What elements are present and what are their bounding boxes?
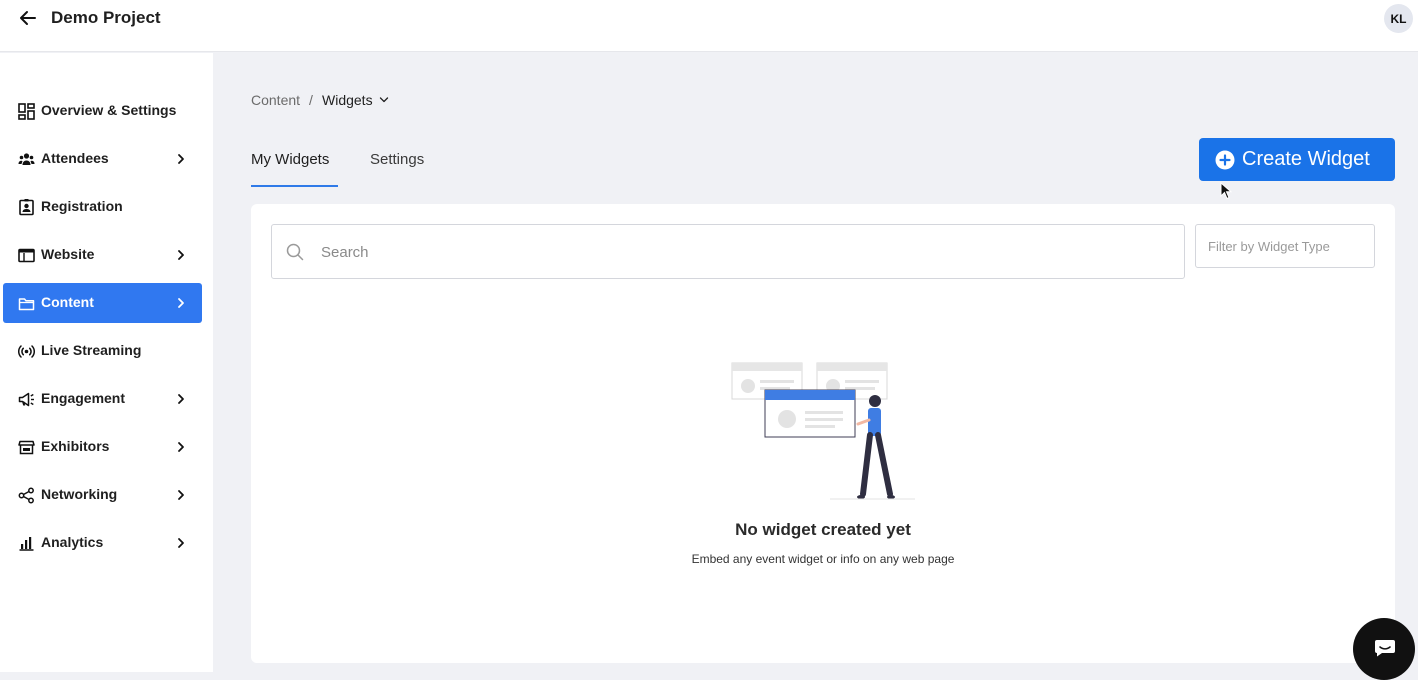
sidebar-item-label: Registration [41,198,123,214]
empty-state-title: No widget created yet [735,520,911,539]
tab-my-widgets[interactable]: My Widgets [251,151,329,168]
active-tab-indicator [251,185,338,187]
sidebar-item-engagement[interactable]: Engagement [3,379,202,419]
search-icon [286,243,304,261]
browser-icon [18,248,35,263]
sidebar-item-label: Overview & Settings [41,102,177,118]
widget-type-filter[interactable]: Filter by Widget Type [1195,224,1375,268]
sidebar: Overview & Settings Attendees Registrati… [0,53,213,672]
empty-state-illustration [731,362,915,500]
megaphone-icon [18,392,34,407]
tab-settings[interactable]: Settings [370,151,424,168]
people-icon [18,153,35,165]
create-widget-button[interactable]: Create Widget [1199,138,1395,181]
search-box[interactable] [271,224,1185,279]
sidebar-item-label: Exhibitors [41,438,110,454]
empty-state-subtitle: Embed any event widget or info on any we… [691,552,955,566]
breadcrumb-separator: / [309,92,313,108]
store-icon [18,440,35,455]
search-input[interactable] [321,241,1161,263]
sidebar-item-label: Content [41,294,94,310]
chat-bubble-icon [1375,640,1395,657]
back-arrow-icon[interactable] [16,6,40,30]
project-title: Demo Project [51,8,161,27]
chevron-right-icon [178,250,184,260]
plus-circle-icon [1215,150,1235,170]
top-bar: Demo Project KL [0,0,1418,52]
share-icon [18,487,34,504]
sidebar-item-networking[interactable]: Networking [3,475,202,515]
sidebar-item-website[interactable]: Website [3,235,202,275]
chevron-right-icon [178,538,184,548]
sidebar-item-overview-settings[interactable]: Overview & Settings [3,91,202,131]
sidebar-item-attendees[interactable]: Attendees [3,139,202,179]
id-card-icon [19,199,34,216]
sidebar-item-exhibitors[interactable]: Exhibitors [3,427,202,467]
sidebar-item-label: Live Streaming [41,342,142,358]
sidebar-item-label: Engagement [41,390,126,406]
chevron-right-icon [178,298,184,308]
grid-icon [18,103,35,120]
folder-icon [18,298,35,311]
sidebar-item-label: Attendees [41,150,109,166]
mouse-pointer-icon [1220,182,1232,200]
bar-chart-icon [19,537,34,551]
chevron-down-icon[interactable] [379,95,389,105]
sidebar-item-label: Networking [41,486,118,502]
filter-placeholder: Filter by Widget Type [1208,239,1330,254]
chevron-right-icon [178,490,184,500]
chevron-right-icon [178,394,184,404]
sidebar-item-label: Website [41,246,95,262]
sidebar-item-label: Analytics [41,534,104,550]
broadcast-icon [18,345,35,358]
chat-launcher-button[interactable] [1353,618,1415,680]
breadcrumb-current[interactable]: Widgets [322,92,373,108]
chevron-right-icon [178,442,184,452]
user-avatar[interactable]: KL [1384,4,1413,33]
chevron-right-icon [178,154,184,164]
sidebar-item-registration[interactable]: Registration [3,187,202,227]
sidebar-item-content[interactable]: Content [3,283,202,323]
sidebar-item-live-streaming[interactable]: Live Streaming [3,331,202,371]
sidebar-item-analytics[interactable]: Analytics [3,523,202,563]
breadcrumb-parent[interactable]: Content [251,92,300,108]
create-widget-label: Create Widget [1242,148,1370,170]
